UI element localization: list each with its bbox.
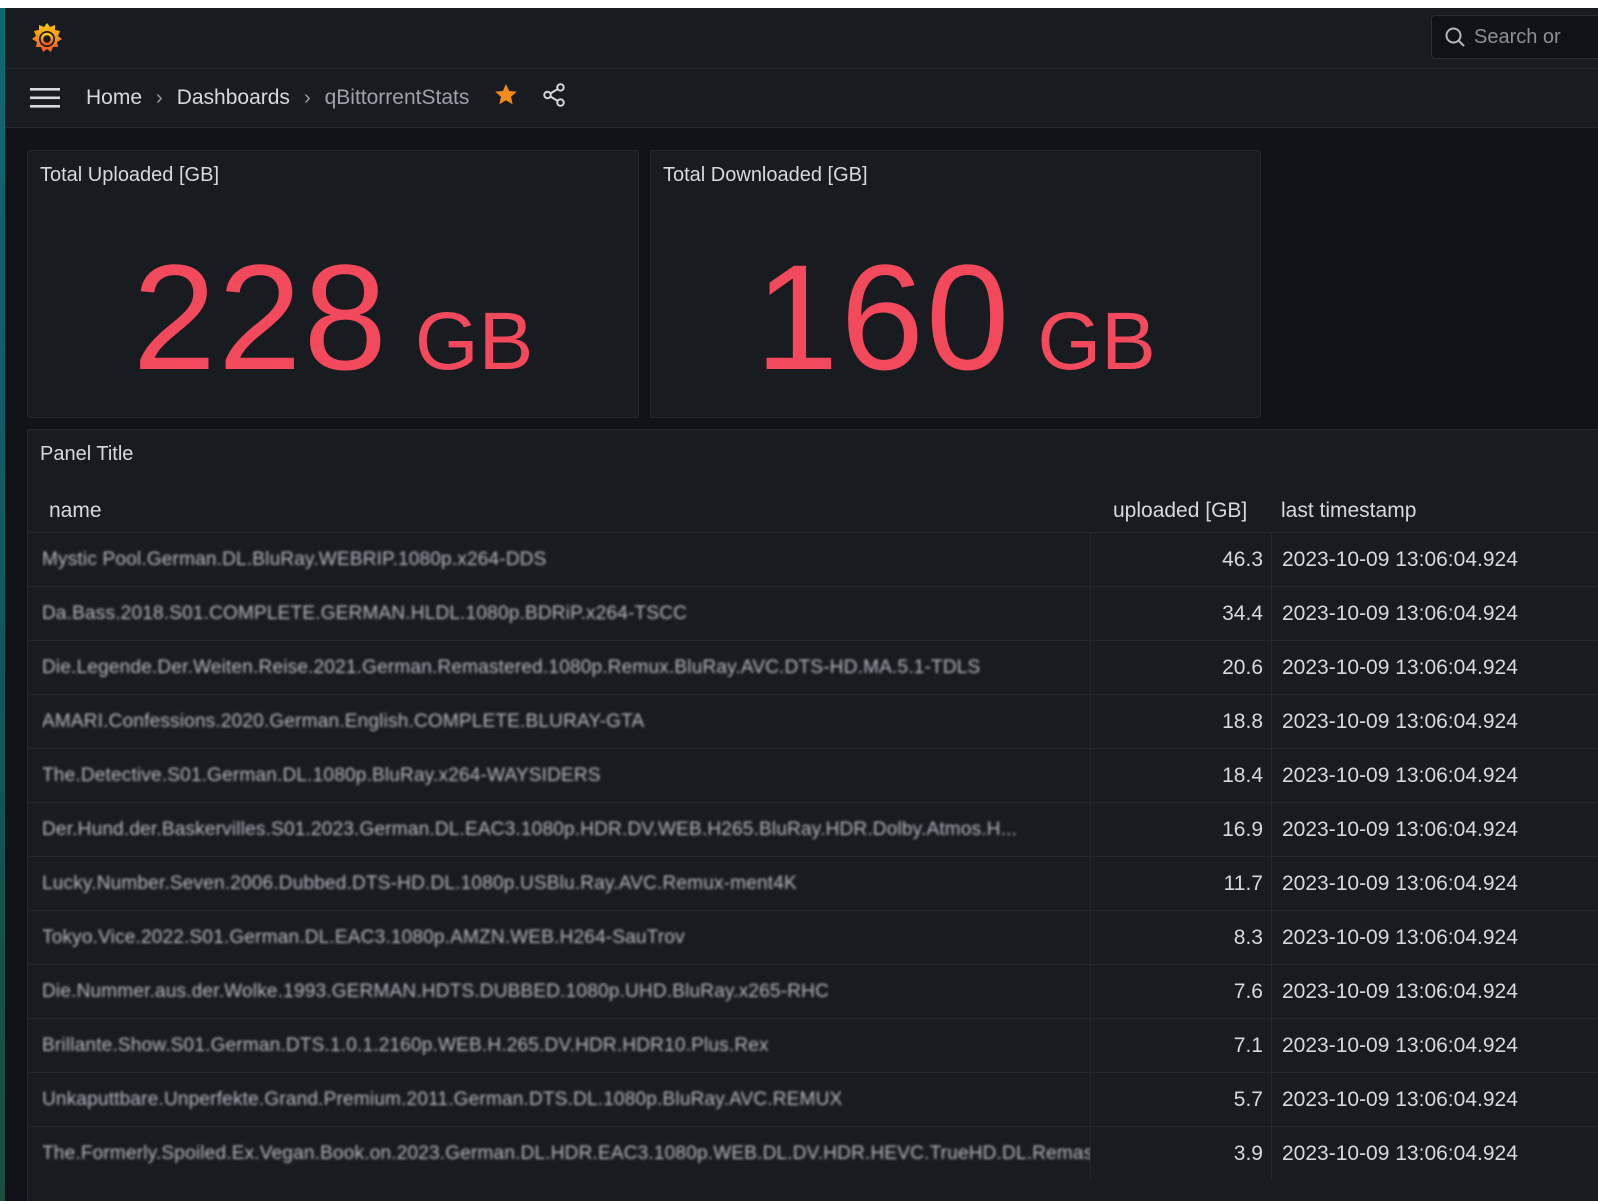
cell-uploaded: 34.4 <box>1090 587 1263 640</box>
table-row[interactable]: Die.Nummer.aus.der.Wolke.1993.GERMAN.HDT… <box>28 964 1598 1018</box>
cell-name: Unkaputtbare.Unperfekte.Grand.Premium.20… <box>42 1073 1090 1126</box>
cell-uploaded: 11.7 <box>1090 857 1263 910</box>
torrent-name: AMARI.Confessions.2020.German.English.CO… <box>42 710 645 732</box>
cell-last-timestamp: 2023-10-09 13:06:04.924 <box>1271 857 1571 910</box>
table-row[interactable]: Brillante.Show.S01.German.DTS.1.0.1.2160… <box>28 1018 1598 1072</box>
cell-last-timestamp: 2023-10-09 13:06:04.924 <box>1271 749 1571 802</box>
cell-name: Brillante.Show.S01.German.DTS.1.0.1.2160… <box>42 1019 1090 1072</box>
cell-uploaded: 16.9 <box>1090 803 1263 856</box>
cell-last-timestamp: 2023-10-09 13:06:04.924 <box>1271 803 1571 856</box>
torrent-name: The.Formerly.Spoiled.Ex.Vegan.Book.on.20… <box>42 1142 1090 1164</box>
search-icon <box>1445 27 1465 47</box>
cell-name: Der.Hund.der.Baskervilles.S01.2023.Germa… <box>42 803 1090 856</box>
stat-panel-total-downloaded[interactable]: Total Downloaded [GB] 160 GB <box>650 150 1261 418</box>
breadcrumb-separator: › <box>156 86 163 109</box>
stat-number: 160 <box>755 233 1012 401</box>
breadcrumb: Home › Dashboards › qBittorrentStats <box>86 69 567 127</box>
table-row[interactable]: Der.Hund.der.Baskervilles.S01.2023.Germa… <box>28 802 1598 856</box>
table-row[interactable]: Mystic Pool.German.DL.BluRay.WEBRIP.1080… <box>28 532 1598 586</box>
cell-uploaded: 18.8 <box>1090 695 1263 748</box>
stat-number: 228 <box>132 233 389 401</box>
browser-edge <box>0 0 1598 8</box>
cell-name: AMARI.Confessions.2020.German.English.CO… <box>42 695 1090 748</box>
table-panel: Panel Title name uploaded [GB] last time… <box>27 429 1598 1201</box>
stat-unit: GB <box>414 296 534 387</box>
desktop-edge <box>0 8 5 1201</box>
cell-last-timestamp: 2023-10-09 13:06:04.924 <box>1271 695 1571 748</box>
cell-last-timestamp: 2023-10-09 13:06:04.924 <box>1271 911 1571 964</box>
torrent-name: Die.Legende.Der.Weiten.Reise.2021.German… <box>42 656 981 678</box>
cell-last-timestamp: 2023-10-09 13:06:04.924 <box>1271 1019 1571 1072</box>
table-row[interactable]: Lucky.Number.Seven.2006.Dubbed.DTS-HD.DL… <box>28 856 1598 910</box>
torrent-name: Unkaputtbare.Unperfekte.Grand.Premium.20… <box>42 1088 843 1110</box>
cell-uploaded: 7.1 <box>1090 1019 1263 1072</box>
grafana-window: Search or Home › Dashboards › qBittorren… <box>0 0 1598 1201</box>
cell-name: Mystic Pool.German.DL.BluRay.WEBRIP.1080… <box>42 533 1090 586</box>
share-icon[interactable] <box>541 82 567 114</box>
search-input[interactable]: Search or <box>1431 15 1598 59</box>
table-row[interactable]: Unkaputtbare.Unperfekte.Grand.Premium.20… <box>28 1072 1598 1126</box>
table-row[interactable]: Da.Bass.2018.S01.COMPLETE.GERMAN.HLDL.10… <box>28 586 1598 640</box>
cell-name: Lucky.Number.Seven.2006.Dubbed.DTS-HD.DL… <box>42 857 1090 910</box>
torrent-name: Lucky.Number.Seven.2006.Dubbed.DTS-HD.DL… <box>42 872 797 894</box>
column-header-name[interactable]: name <box>49 490 102 532</box>
cell-uploaded: 5.7 <box>1090 1073 1263 1126</box>
top-bar: Search or <box>5 8 1598 69</box>
nav-bar: Home › Dashboards › qBittorrentStats <box>5 69 1598 128</box>
cell-name: The.Detective.S01.German.DL.1080p.BluRay… <box>42 749 1090 802</box>
torrent-name: Der.Hund.der.Baskervilles.S01.2023.Germa… <box>42 818 1018 840</box>
cell-last-timestamp: 2023-10-09 13:06:04.924 <box>1271 1127 1571 1180</box>
cell-uploaded: 46.3 <box>1090 533 1263 586</box>
cell-name: Da.Bass.2018.S01.COMPLETE.GERMAN.HLDL.10… <box>42 587 1090 640</box>
torrent-name: Die.Nummer.aus.der.Wolke.1993.GERMAN.HDT… <box>42 980 830 1002</box>
torrent-name: The.Detective.S01.German.DL.1080p.BluRay… <box>42 764 601 786</box>
cell-last-timestamp: 2023-10-09 13:06:04.924 <box>1271 965 1571 1018</box>
stat-value: 160 GB <box>651 231 1260 404</box>
cell-last-timestamp: 2023-10-09 13:06:04.924 <box>1271 1073 1571 1126</box>
grafana-logo-icon[interactable] <box>29 20 65 56</box>
cell-last-timestamp: 2023-10-09 13:06:04.924 <box>1271 533 1571 586</box>
table-row[interactable]: Tokyo.Vice.2022.S01.German.DL.EAC3.1080p… <box>28 910 1598 964</box>
stat-value: 228 GB <box>28 231 638 404</box>
cell-uploaded: 3.9 <box>1090 1127 1263 1180</box>
cell-name: Die.Legende.Der.Weiten.Reise.2021.German… <box>42 641 1090 694</box>
torrent-name: Mystic Pool.German.DL.BluRay.WEBRIP.1080… <box>42 548 547 570</box>
breadcrumb-separator: › <box>303 86 311 109</box>
stat-unit: GB <box>1037 296 1156 387</box>
table-row[interactable]: The.Formerly.Spoiled.Ex.Vegan.Book.on.20… <box>28 1126 1598 1180</box>
cell-uploaded: 8.3 <box>1090 911 1263 964</box>
cell-uploaded: 20.6 <box>1090 641 1263 694</box>
table-row[interactable]: Die.Legende.Der.Weiten.Reise.2021.German… <box>28 640 1598 694</box>
cell-last-timestamp: 2023-10-09 13:06:04.924 <box>1271 587 1571 640</box>
table-row[interactable]: AMARI.Confessions.2020.German.English.CO… <box>28 694 1598 748</box>
cell-last-timestamp: 2023-10-09 13:06:04.924 <box>1271 641 1571 694</box>
cell-name: Die.Nummer.aus.der.Wolke.1993.GERMAN.HDT… <box>42 965 1090 1018</box>
search-placeholder: Search or <box>1474 25 1561 48</box>
column-header-last-timestamp[interactable]: last timestamp <box>1281 490 1416 532</box>
cell-name: Tokyo.Vice.2022.S01.German.DL.EAC3.1080p… <box>42 911 1090 964</box>
table-body: Mystic Pool.German.DL.BluRay.WEBRIP.1080… <box>28 532 1598 1180</box>
torrent-name: Brillante.Show.S01.German.DTS.1.0.1.2160… <box>42 1034 769 1056</box>
breadcrumb-current-dashboard: qBittorrentStats <box>324 86 470 109</box>
torrent-name: Da.Bass.2018.S01.COMPLETE.GERMAN.HLDL.10… <box>42 602 688 624</box>
cell-uploaded: 18.4 <box>1090 749 1263 802</box>
breadcrumb-home[interactable]: Home <box>86 86 142 110</box>
stat-panel-total-uploaded[interactable]: Total Uploaded [GB] 228 GB <box>27 150 639 418</box>
panel-title: Total Uploaded [GB] <box>40 164 219 186</box>
star-icon[interactable] <box>493 82 519 114</box>
cell-uploaded: 7.6 <box>1090 965 1263 1018</box>
column-header-uploaded[interactable]: uploaded [GB] <box>1113 490 1247 532</box>
hamburger-menu-icon[interactable] <box>30 86 62 110</box>
breadcrumb-dashboards[interactable]: Dashboards <box>177 86 290 110</box>
panel-title: Panel Title <box>40 443 134 465</box>
panel-title: Total Downloaded [GB] <box>663 164 868 186</box>
cell-name: The.Formerly.Spoiled.Ex.Vegan.Book.on.20… <box>42 1127 1090 1180</box>
torrent-name: Tokyo.Vice.2022.S01.German.DL.EAC3.1080p… <box>42 926 685 948</box>
table-row[interactable]: The.Detective.S01.German.DL.1080p.BluRay… <box>28 748 1598 802</box>
